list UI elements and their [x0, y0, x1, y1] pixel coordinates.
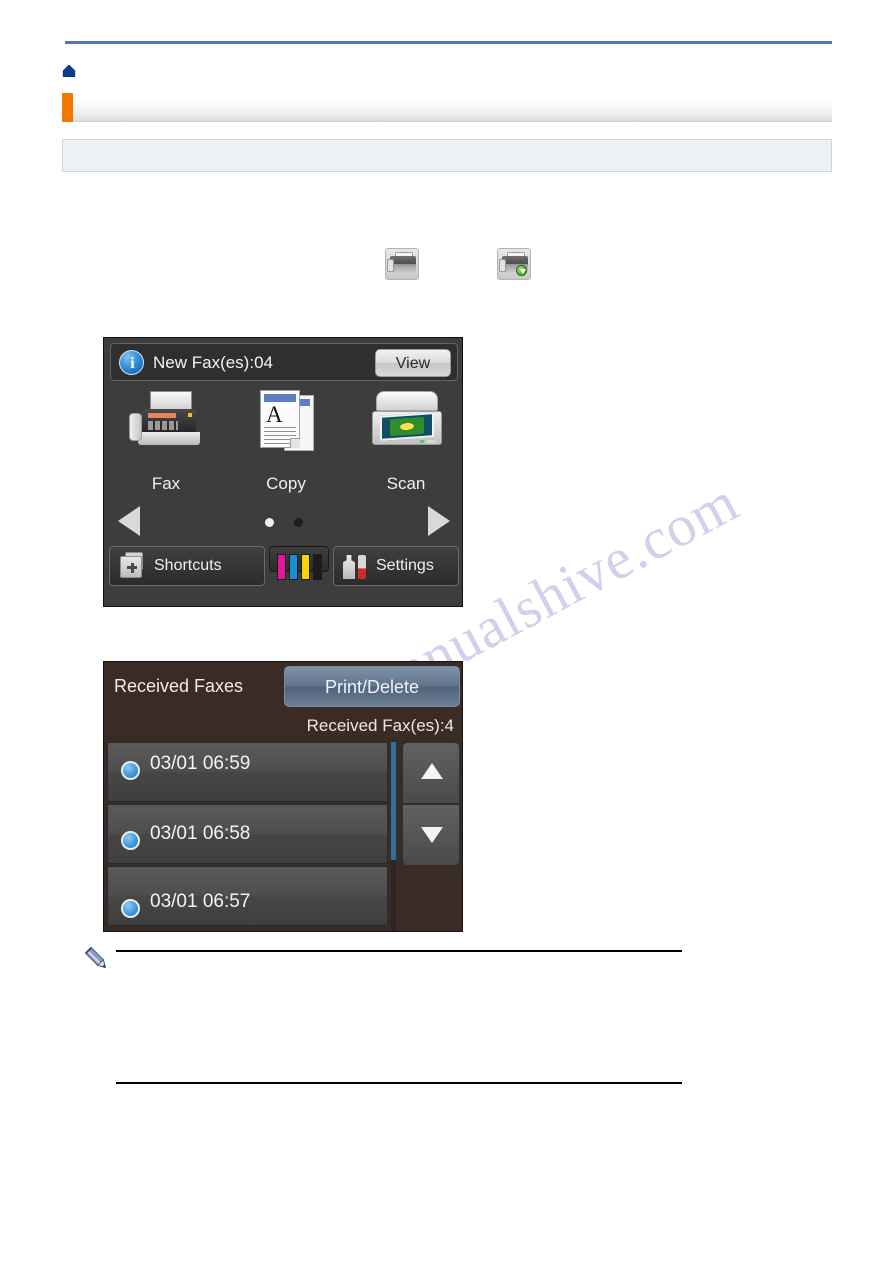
scroll-up-button[interactable]: [402, 742, 460, 804]
green-arrow-badge-icon: [516, 265, 527, 276]
app-shortcut-row: Fax A Copy Scan: [104, 386, 462, 494]
shortcuts-icon: [120, 556, 142, 578]
intro-paragraph: [62, 192, 832, 228]
settings-label: Settings: [376, 557, 434, 574]
note-rule-bottom: [116, 1082, 682, 1084]
ink-level-button[interactable]: [269, 546, 329, 580]
title-accent-bar: [62, 93, 73, 122]
breadcrumb[interactable]: [85, 62, 785, 80]
pencil-icon: [82, 944, 112, 974]
scanner-icon: [368, 389, 446, 463]
scroll-down-button[interactable]: [402, 804, 460, 866]
page-indicator-dots: [104, 514, 462, 532]
triangle-up-icon: [421, 763, 443, 779]
list-item[interactable]: 03/01 06:58: [107, 804, 388, 864]
triangle-down-icon: [421, 827, 443, 843]
scroll-buttons: [402, 742, 460, 866]
lcd-home-screen: i New Fax(es):04 View Fax A Copy Scan Sh…: [103, 337, 463, 607]
app-scan-label: Scan: [386, 474, 426, 493]
app-fax[interactable]: Fax: [106, 386, 226, 494]
lcd-bottom-bar: Shortcuts Settings: [109, 546, 459, 586]
received-faxes-title: Received Faxes: [114, 676, 244, 696]
inline-icon-row: [62, 248, 832, 282]
info-icon: i: [119, 350, 144, 375]
new-fax-status-text: New Fax(es):04: [153, 353, 273, 372]
note-rule-top: [116, 950, 682, 952]
fax-icon: [385, 248, 419, 280]
print-delete-button[interactable]: Print/Delete: [284, 666, 460, 707]
ink-cartridge-icon: [277, 554, 323, 580]
scrollbar-thumb[interactable]: [391, 742, 396, 860]
app-copy[interactable]: A Copy: [226, 386, 346, 494]
lcd-received-faxes-screen: Received Faxes Print/Delete Received Fax…: [103, 661, 463, 932]
view-button[interactable]: View: [375, 349, 451, 377]
list-item[interactable]: 03/01 06:59: [107, 742, 388, 802]
page-navigation-row: [104, 496, 462, 544]
fax-machine-icon: [128, 389, 206, 463]
wrench-icon: [343, 555, 355, 579]
page-title: [86, 99, 816, 119]
info-box: [62, 139, 832, 172]
list-item[interactable]: 03/01 06:57: [107, 866, 388, 926]
page-dot-inactive[interactable]: [294, 518, 304, 527]
document-copy-icon: A: [248, 389, 326, 463]
manual-page: manualshive.com i New Fax(es):04 View Fa…: [0, 0, 893, 1263]
fax-receive-icon: [497, 248, 531, 280]
app-scan[interactable]: Scan: [346, 386, 462, 494]
screwdriver-icon: [358, 555, 366, 579]
shortcuts-button[interactable]: Shortcuts: [109, 546, 265, 586]
note-text: [118, 962, 678, 1072]
settings-button[interactable]: Settings: [333, 546, 459, 586]
app-copy-label: Copy: [266, 474, 306, 493]
unread-bullet-icon: [121, 761, 140, 780]
arrow-right-icon[interactable]: [428, 506, 450, 536]
unread-bullet-icon: [121, 831, 140, 850]
header-rule: [65, 41, 832, 44]
fax-timestamp: 03/01 06:58: [150, 823, 251, 844]
shortcuts-label: Shortcuts: [154, 557, 222, 574]
home-icon[interactable]: [61, 63, 77, 79]
received-fax-count: Received Fax(es):4: [306, 716, 454, 735]
info-icon-glyph: i: [130, 355, 135, 372]
fax-icon-handset: [387, 259, 394, 272]
app-fax-label: Fax: [151, 474, 181, 493]
fax-receive-icon-handset: [499, 259, 506, 272]
received-fax-list: 03/01 06:59 03/01 06:58 03/01 06:57: [107, 742, 388, 930]
page-dot-active[interactable]: [264, 518, 274, 527]
fax-timestamp: 03/01 06:57: [150, 891, 251, 912]
status-bar[interactable]: i New Fax(es):04 View: [110, 343, 458, 381]
unread-bullet-icon: [121, 899, 140, 918]
fax-timestamp: 03/01 06:59: [150, 753, 251, 774]
